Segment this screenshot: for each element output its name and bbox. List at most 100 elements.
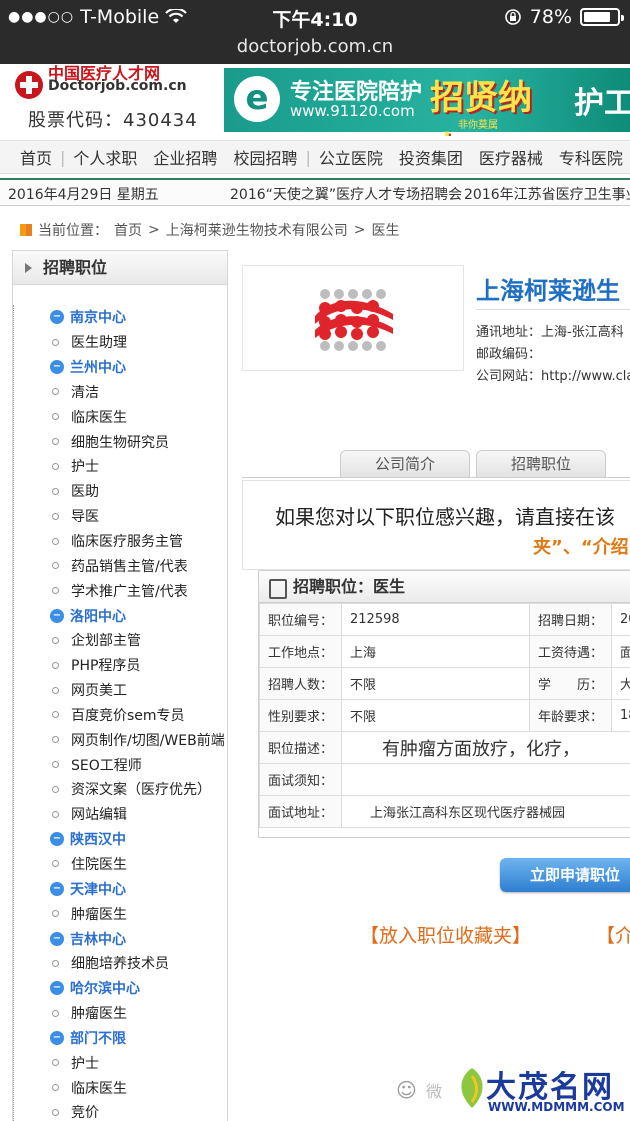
description-label: 职位描述：: [259, 731, 342, 764]
tree-item[interactable]: 药品销售主管/代表: [14, 553, 227, 578]
tree-label: 网页制作/切图/WEB前端: [71, 732, 225, 749]
tree-label: 资深文案（医疗优先）: [71, 782, 211, 799]
job-id-value: 212598: [341, 603, 530, 636]
tree-group[interactable]: − 哈尔滨中心: [14, 976, 227, 1001]
tree-item[interactable]: 医助: [14, 479, 227, 504]
tree-label: PHP程序员: [71, 658, 141, 675]
table-row: 招聘人数： 不限 学 历： 大: [259, 667, 630, 700]
tree-item[interactable]: 网页美工: [14, 678, 227, 703]
job-title: 招聘职位：医生: [259, 571, 630, 603]
tree-label: 吉林中心: [70, 931, 126, 948]
nav-recruiting[interactable]: 企业招聘: [145, 145, 225, 169]
tree-item[interactable]: PHP程序员: [14, 653, 227, 678]
company-tabs: 公司简介 招聘职位: [340, 450, 612, 478]
e-logo-icon: e: [234, 76, 280, 122]
company-website[interactable]: 公司网站：http://www.cla: [476, 365, 630, 384]
tree-group[interactable]: − 部门不限: [14, 1025, 227, 1050]
tree-item[interactable]: 临床医疗服务主管: [14, 529, 227, 554]
tree-group[interactable]: − 洛阳中心: [14, 603, 227, 628]
tree-item[interactable]: 清洁: [14, 380, 227, 405]
tree-label: 临床医生: [71, 1080, 127, 1097]
headcount-label: 招聘人数：: [259, 667, 342, 700]
tree-item[interactable]: 住院医生: [14, 852, 227, 877]
table-row: 面试须知：: [259, 763, 630, 796]
ad-tail-text: 护工: [574, 86, 630, 121]
tree-label: SEO工程师: [71, 757, 142, 774]
tree-group[interactable]: − 吉林中心: [14, 926, 227, 951]
news-item[interactable]: 2016年江苏省医疗卫生事业: [464, 184, 630, 204]
tree-group[interactable]: − 兰州中心: [14, 355, 227, 380]
tree-item[interactable]: SEO工程师: [14, 752, 227, 777]
tree-item[interactable]: 肿瘤医生: [14, 901, 227, 926]
breadcrumb-label: 当前位置：: [38, 223, 108, 239]
ad-banner[interactable]: e 专注医院陪护 www.91120.com 招贤纳士 非你莫属 护工: [224, 68, 630, 136]
tree-item[interactable]: 护士: [14, 454, 227, 479]
tree-item[interactable]: 百度竞价sem专员: [14, 703, 227, 728]
apply-button[interactable]: 立即申请职位: [500, 858, 630, 892]
nav-specialty-hospital[interactable]: 专科医院: [551, 145, 630, 169]
bullet-icon: [52, 711, 59, 719]
company-name[interactable]: 上海柯莱逊生: [476, 271, 620, 306]
gender-value: 不限: [341, 699, 530, 732]
tree-group[interactable]: − 陕西汉中: [14, 827, 227, 852]
nav-medical-devices[interactable]: 医疗器械: [471, 145, 551, 169]
tree-item[interactable]: 细胞生物研究员: [14, 429, 227, 454]
news-item[interactable]: 2016“天使之翼”医疗人才专场招聘会: [230, 184, 462, 204]
tree-label: 陕西汉中: [70, 832, 126, 849]
breadcrumb-home[interactable]: 首页: [114, 220, 142, 240]
nav-campus[interactable]: 校园招聘: [225, 145, 305, 169]
tree-item[interactable]: 网站编辑: [14, 802, 227, 827]
nav-home[interactable]: 首页: [12, 145, 60, 169]
bullet-icon: [52, 537, 59, 545]
tree-label: 百度竞价sem专员: [71, 707, 185, 724]
tree-label: 细胞培养技术员: [71, 956, 169, 973]
tree-item[interactable]: 医生助理: [14, 330, 227, 355]
tree-label: 导医: [71, 509, 99, 526]
tree-label: 企划部主管: [71, 633, 141, 650]
nav-job-seeking[interactable]: 个人求职: [65, 145, 145, 169]
status-right: 78%: [504, 6, 624, 28]
tree-item[interactable]: 网页制作/切图/WEB前端: [14, 727, 227, 752]
tree-item[interactable]: 临床医生: [14, 1075, 227, 1100]
nav-public-hospital[interactable]: 公立医院: [311, 145, 391, 169]
company-info: 上海柯莱逊生 通讯地址：上海-张江高科 邮政编码： 公司网站：http://ww…: [242, 265, 630, 384]
tree-item[interactable]: 临床医生: [14, 404, 227, 429]
breadcrumb-separator: >: [148, 222, 160, 238]
tree-item[interactable]: 肿瘤医生: [14, 1001, 227, 1026]
breadcrumb-company[interactable]: 上海柯莱逊生物技术有限公司: [166, 220, 348, 240]
intro-highlight: 夹”、“介绍: [533, 537, 629, 558]
collapse-icon: −: [50, 1030, 64, 1045]
introduce-link[interactable]: 【介: [596, 921, 630, 948]
tree-item[interactable]: 细胞培养技术员: [14, 951, 227, 976]
collapse-icon: −: [50, 310, 64, 325]
tree-group[interactable]: − 天津中心: [14, 876, 227, 901]
site-header: 中国医疗人才网 Doctorjob.com.cn 股票代码：430434 e 专…: [0, 64, 630, 136]
site-logo[interactable]: 中国医疗人才网 Doctorjob.com.cn 股票代码：430434: [14, 64, 219, 136]
bullet-icon: [52, 810, 59, 818]
bullet-icon: [52, 1009, 59, 1017]
bullet-icon: [52, 512, 59, 520]
age-label: 年龄要求：: [529, 699, 612, 732]
tree-item[interactable]: 护士: [14, 1050, 227, 1075]
tree-label: 清洁: [71, 384, 99, 401]
battery-icon: [580, 8, 624, 26]
tree-item[interactable]: 资深文案（医疗优先）: [14, 777, 227, 802]
tree-label: 网站编辑: [71, 807, 127, 824]
location-label: 工作地点：: [259, 635, 342, 668]
watermark: ☺ 微 大茂名网 WWW.MDMMM.COM: [396, 1062, 630, 1118]
wechat-icon: ☺: [396, 1078, 417, 1102]
tab-company-intro[interactable]: 公司简介: [340, 450, 470, 478]
tree-group[interactable]: − 南京中心: [14, 305, 227, 330]
tree-item[interactable]: 学术推广主管/代表: [14, 578, 227, 603]
tree-label: 护士: [71, 459, 99, 476]
tab-job-positions[interactable]: 招聘职位: [476, 450, 606, 478]
nav-investment-group[interactable]: 投资集团: [391, 145, 471, 169]
tree-item[interactable]: 企划部主管: [14, 628, 227, 653]
logo-title-en: Doctorjob.com.cn: [48, 78, 187, 94]
tree-item[interactable]: 导医: [14, 504, 227, 529]
tree-item[interactable]: 竞价: [14, 1100, 227, 1121]
address-bar[interactable]: doctorjob.com.cn: [0, 34, 630, 64]
company-logo: [242, 265, 464, 371]
current-date: 2016年4月29日 星期五: [8, 187, 159, 203]
add-favorite-link[interactable]: 【放入职位收藏夹】: [360, 921, 531, 948]
